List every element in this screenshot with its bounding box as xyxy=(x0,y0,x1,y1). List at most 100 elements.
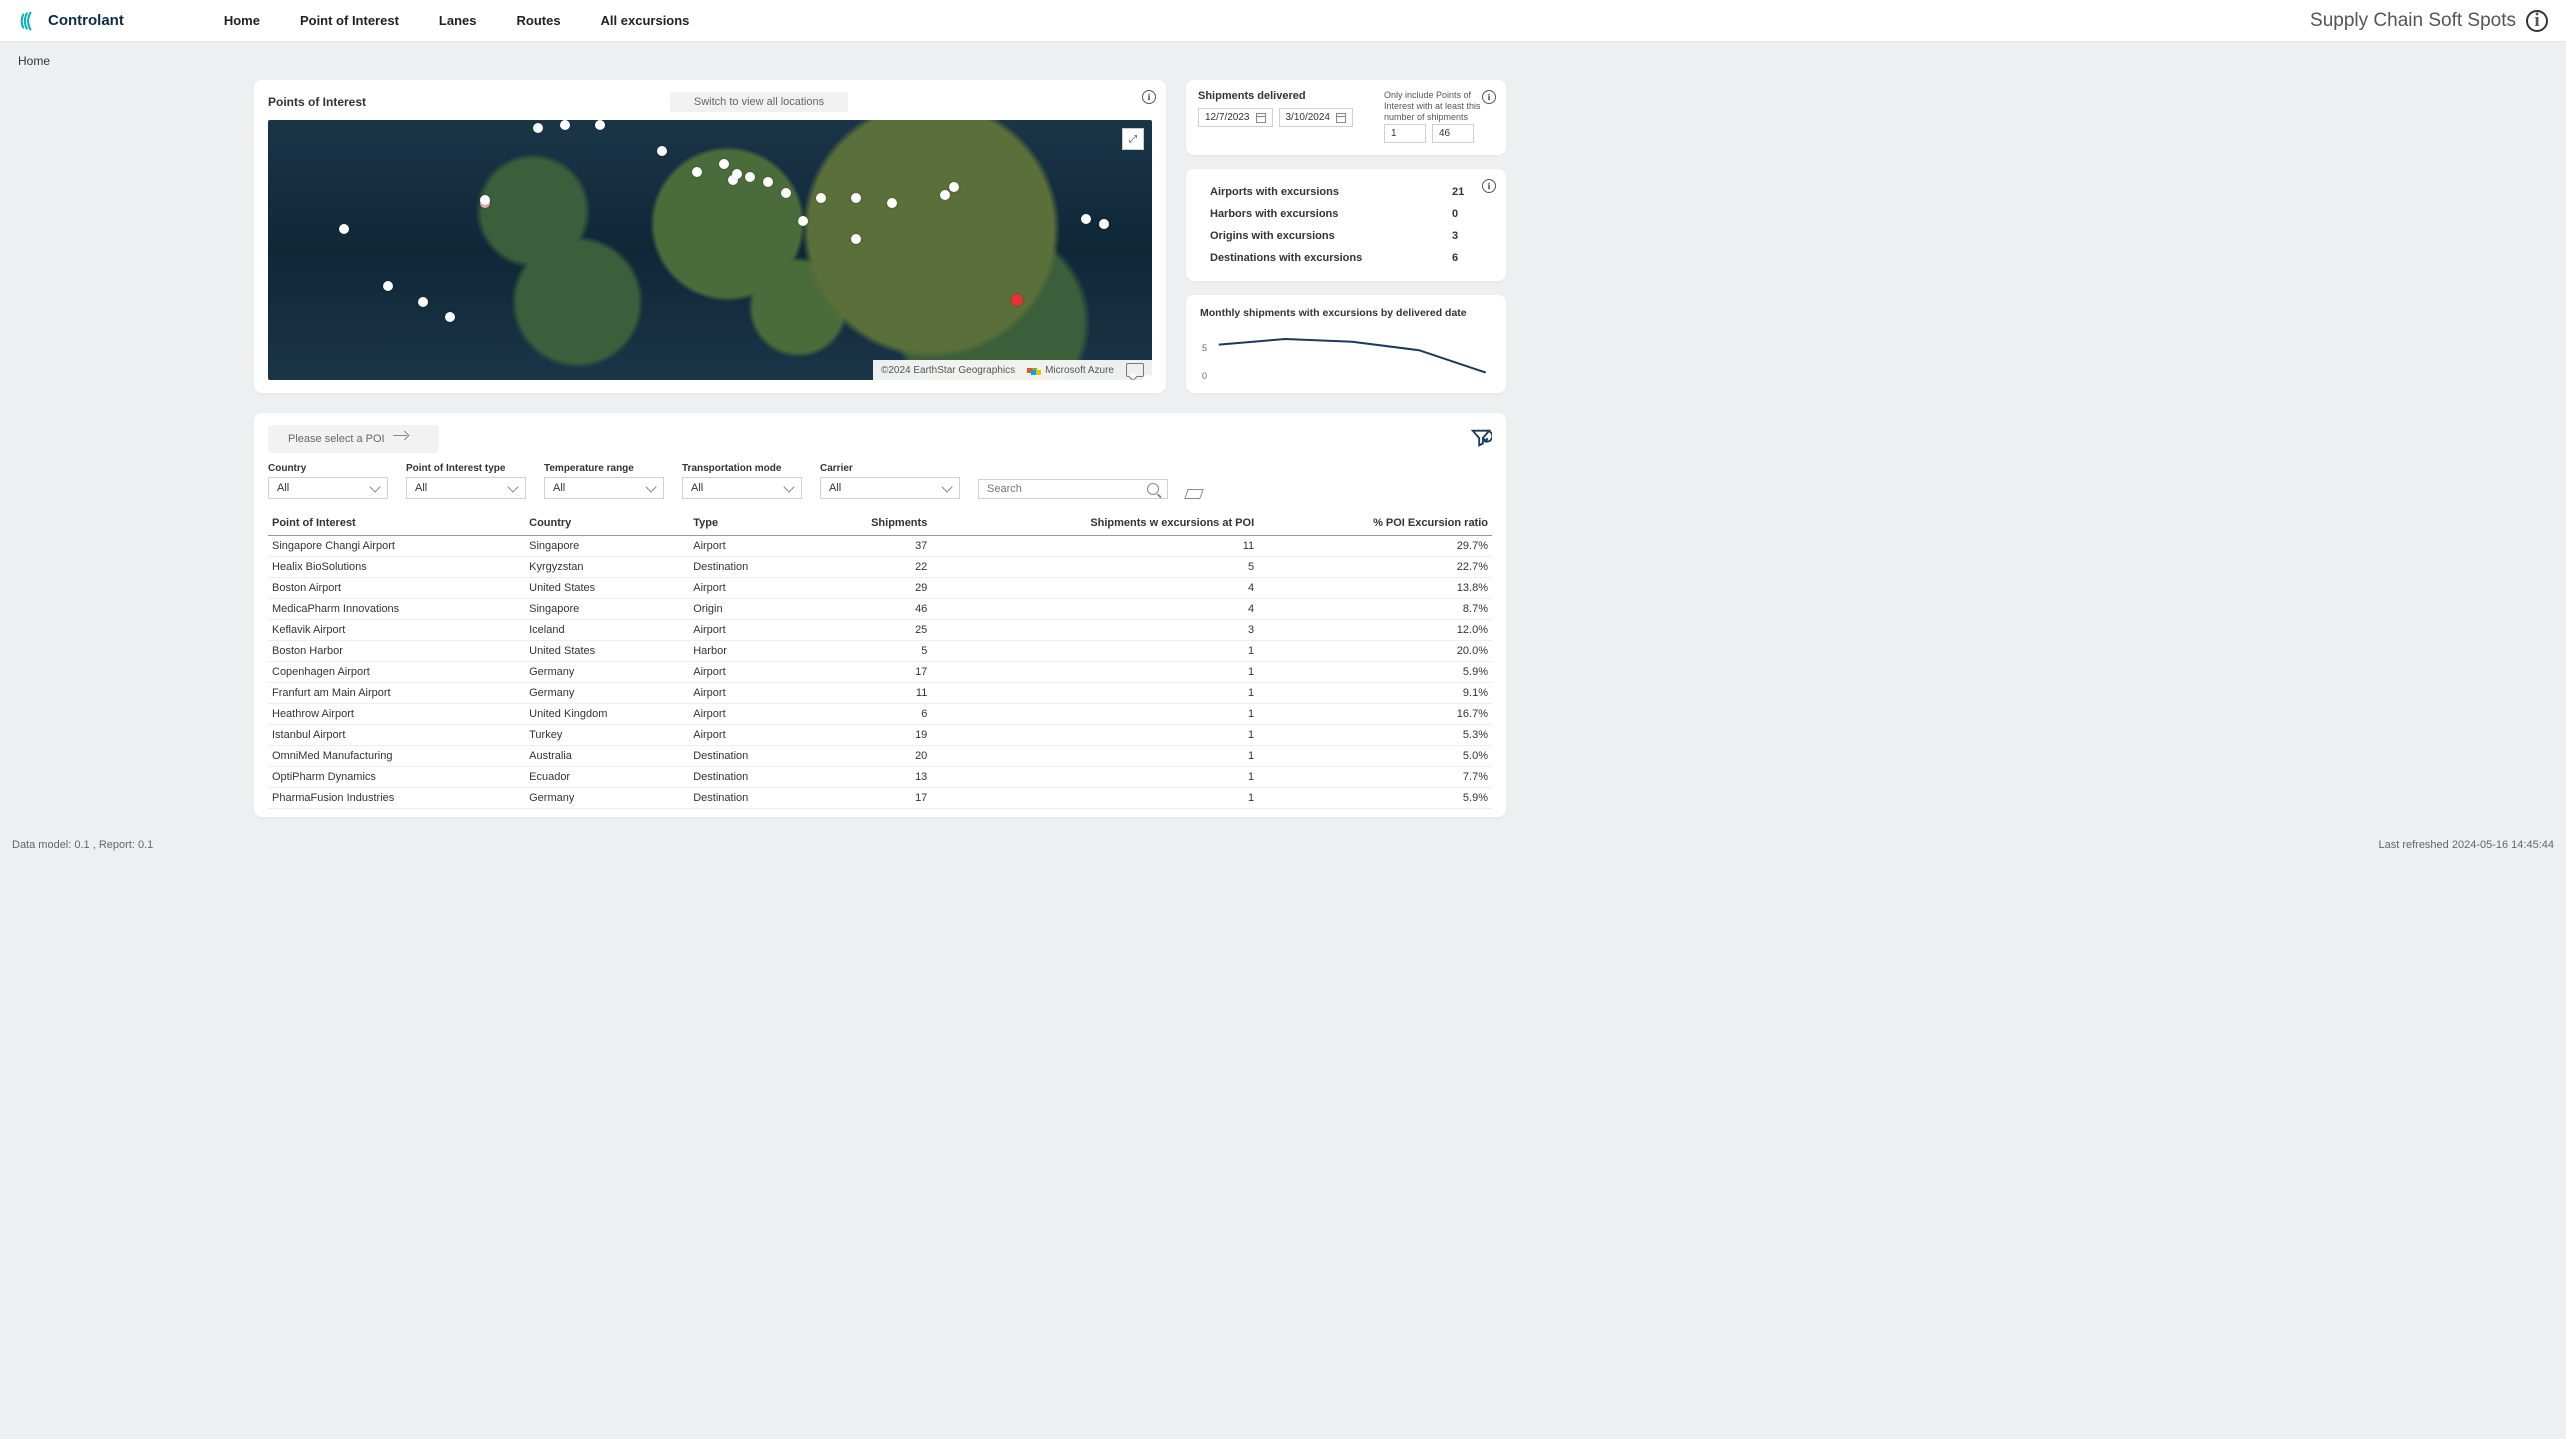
cell-shipments: 13 xyxy=(809,767,931,788)
map-marker[interactable] xyxy=(595,120,605,130)
cell-shipments: 20 xyxy=(809,746,931,767)
col-type[interactable]: Type xyxy=(689,511,809,536)
cell-ratio: 5.0% xyxy=(1258,746,1492,767)
map-marker[interactable] xyxy=(1081,214,1091,224)
info-icon[interactable]: i xyxy=(1142,90,1156,104)
cell-poi: Heathrow Airport xyxy=(268,704,525,725)
map-marker[interactable] xyxy=(560,120,570,130)
map-marker[interactable] xyxy=(418,297,428,307)
map-marker[interactable] xyxy=(798,216,808,226)
table-row[interactable]: Boston HarborUnited StatesHarbor5120.0% xyxy=(268,641,1492,662)
table-row[interactable]: Healix BioSolutionsKyrgyzstanDestination… xyxy=(268,557,1492,578)
table-row[interactable]: Boston AirportUnited StatesAirport29413.… xyxy=(268,578,1492,599)
search-box[interactable] xyxy=(978,479,1168,499)
map-marker[interactable] xyxy=(781,188,791,198)
cell-poi: Singapore Changi Airport xyxy=(268,536,525,557)
table-row[interactable]: PureHealth SynthCoSouth KoreaDestination… xyxy=(268,809,1492,812)
feedback-icon[interactable] xyxy=(1126,363,1144,377)
table-row[interactable]: Keflavik AirportIcelandAirport25312.0% xyxy=(268,620,1492,641)
eraser-icon[interactable] xyxy=(1184,489,1204,499)
table-row[interactable]: Singapore Changi AirportSingaporeAirport… xyxy=(268,536,1492,557)
nav-routes[interactable]: Routes xyxy=(516,13,560,28)
brand-logo: Controlant xyxy=(18,10,124,32)
poi-select-button[interactable]: Please select a POI xyxy=(268,425,439,453)
map-attribution: ©2024 EarthStar Geographics Microsoft Az… xyxy=(873,360,1152,380)
map-expand-icon[interactable]: ⤢ xyxy=(1122,128,1144,150)
map-marker-alert[interactable] xyxy=(1011,294,1023,306)
info-icon[interactable]: i xyxy=(1482,179,1496,193)
map-marker[interactable] xyxy=(692,167,702,177)
cell-poi: Istanbul Airport xyxy=(268,725,525,746)
footer-right: Last refreshed 2024-05-16 14:45:44 xyxy=(2378,839,2554,851)
table-row[interactable]: Franfurt am Main AirportGermanyAirport11… xyxy=(268,683,1492,704)
stat-origins-value: 3 xyxy=(1452,230,1482,242)
filter-transport-select[interactable]: All xyxy=(682,477,802,499)
cell-poi: OmniMed Manufacturing xyxy=(268,746,525,767)
cell-poi: Franfurt am Main Airport xyxy=(268,683,525,704)
map-marker[interactable] xyxy=(533,123,543,133)
col-shipments[interactable]: Shipments xyxy=(809,511,931,536)
table-row[interactable]: OptiPharm DynamicsEcuadorDestination1317… xyxy=(268,767,1492,788)
chart-card: Monthly shipments with excursions by del… xyxy=(1186,295,1506,393)
world-map[interactable]: ⤢ xyxy=(268,120,1152,380)
cell-shipments: 5 xyxy=(809,641,931,662)
nav-poi[interactable]: Point of Interest xyxy=(300,13,399,28)
filter-poitype-select[interactable]: All xyxy=(406,477,526,499)
min-shipments-input[interactable]: 1 xyxy=(1384,124,1426,143)
nav-home[interactable]: Home xyxy=(224,13,260,28)
cell-ratio: 5.9% xyxy=(1258,809,1492,812)
cell-country: Singapore xyxy=(525,536,689,557)
map-card-title: Points of Interest xyxy=(268,95,366,109)
stat-harbors-label: Harbors with excursions xyxy=(1210,208,1338,220)
nav-lanes[interactable]: Lanes xyxy=(439,13,477,28)
map-marker[interactable] xyxy=(445,312,455,322)
cell-country: Kyrgyzstan xyxy=(525,557,689,578)
map-marker[interactable] xyxy=(763,177,773,187)
map-marker[interactable] xyxy=(851,193,861,203)
cell-excursions: 4 xyxy=(931,599,1258,620)
info-icon[interactable]: i xyxy=(2526,10,2548,32)
switch-locations-button[interactable]: Switch to view all locations xyxy=(670,92,848,112)
map-marker[interactable] xyxy=(887,198,897,208)
col-excursions[interactable]: Shipments w excursions at POI xyxy=(931,511,1258,536)
col-country[interactable]: Country xyxy=(525,511,689,536)
map-marker[interactable] xyxy=(719,159,729,169)
breadcrumb[interactable]: Home xyxy=(0,42,2566,80)
table-row[interactable]: Istanbul AirportTurkeyAirport1915.3% xyxy=(268,725,1492,746)
search-input[interactable] xyxy=(987,483,1147,495)
max-shipments-input[interactable]: 46 xyxy=(1432,124,1474,143)
col-poi[interactable]: Point of Interest xyxy=(268,511,525,536)
map-marker[interactable] xyxy=(657,146,667,156)
map-marker[interactable] xyxy=(732,169,742,179)
cell-shipments: 11 xyxy=(809,683,931,704)
chart-title: Monthly shipments with excursions by del… xyxy=(1200,307,1492,319)
info-icon[interactable]: i xyxy=(1482,90,1496,104)
filter-carrier-select[interactable]: All xyxy=(820,477,960,499)
map-marker[interactable] xyxy=(339,224,349,234)
cell-ratio: 8.7% xyxy=(1258,599,1492,620)
table-row[interactable]: Heathrow AirportUnited KingdomAirport611… xyxy=(268,704,1492,725)
filter-reset-icon[interactable] xyxy=(1470,427,1492,452)
nav-excursions[interactable]: All excursions xyxy=(601,13,690,28)
line-chart[interactable]: 5 0 xyxy=(1200,325,1492,381)
cell-poi: MedicaPharm Innovations xyxy=(268,599,525,620)
filter-temp-select[interactable]: All xyxy=(544,477,664,499)
cell-country: Singapore xyxy=(525,599,689,620)
filter-country-select[interactable]: All xyxy=(268,477,388,499)
map-marker[interactable] xyxy=(940,190,950,200)
table-row[interactable]: Copenhagen AirportGermanyAirport1715.9% xyxy=(268,662,1492,683)
table-row[interactable]: MedicaPharm InnovationsSingaporeOrigin46… xyxy=(268,599,1492,620)
date-from-input[interactable]: 12/7/2023 xyxy=(1198,108,1273,127)
table-row[interactable]: PharmaFusion IndustriesGermanyDestinatio… xyxy=(268,788,1492,809)
date-to-input[interactable]: 3/10/2024 xyxy=(1279,108,1354,127)
map-marker[interactable] xyxy=(851,234,861,244)
map-marker[interactable] xyxy=(1099,219,1109,229)
map-marker[interactable] xyxy=(816,193,826,203)
col-ratio[interactable]: % POI Excursion ratio xyxy=(1258,511,1492,536)
table-row[interactable]: OmniMed ManufacturingAustraliaDestinatio… xyxy=(268,746,1492,767)
cell-excursions: 3 xyxy=(931,620,1258,641)
map-marker[interactable] xyxy=(383,281,393,291)
map-marker[interactable] xyxy=(949,182,959,192)
cell-country: United States xyxy=(525,578,689,599)
map-marker[interactable] xyxy=(745,172,755,182)
